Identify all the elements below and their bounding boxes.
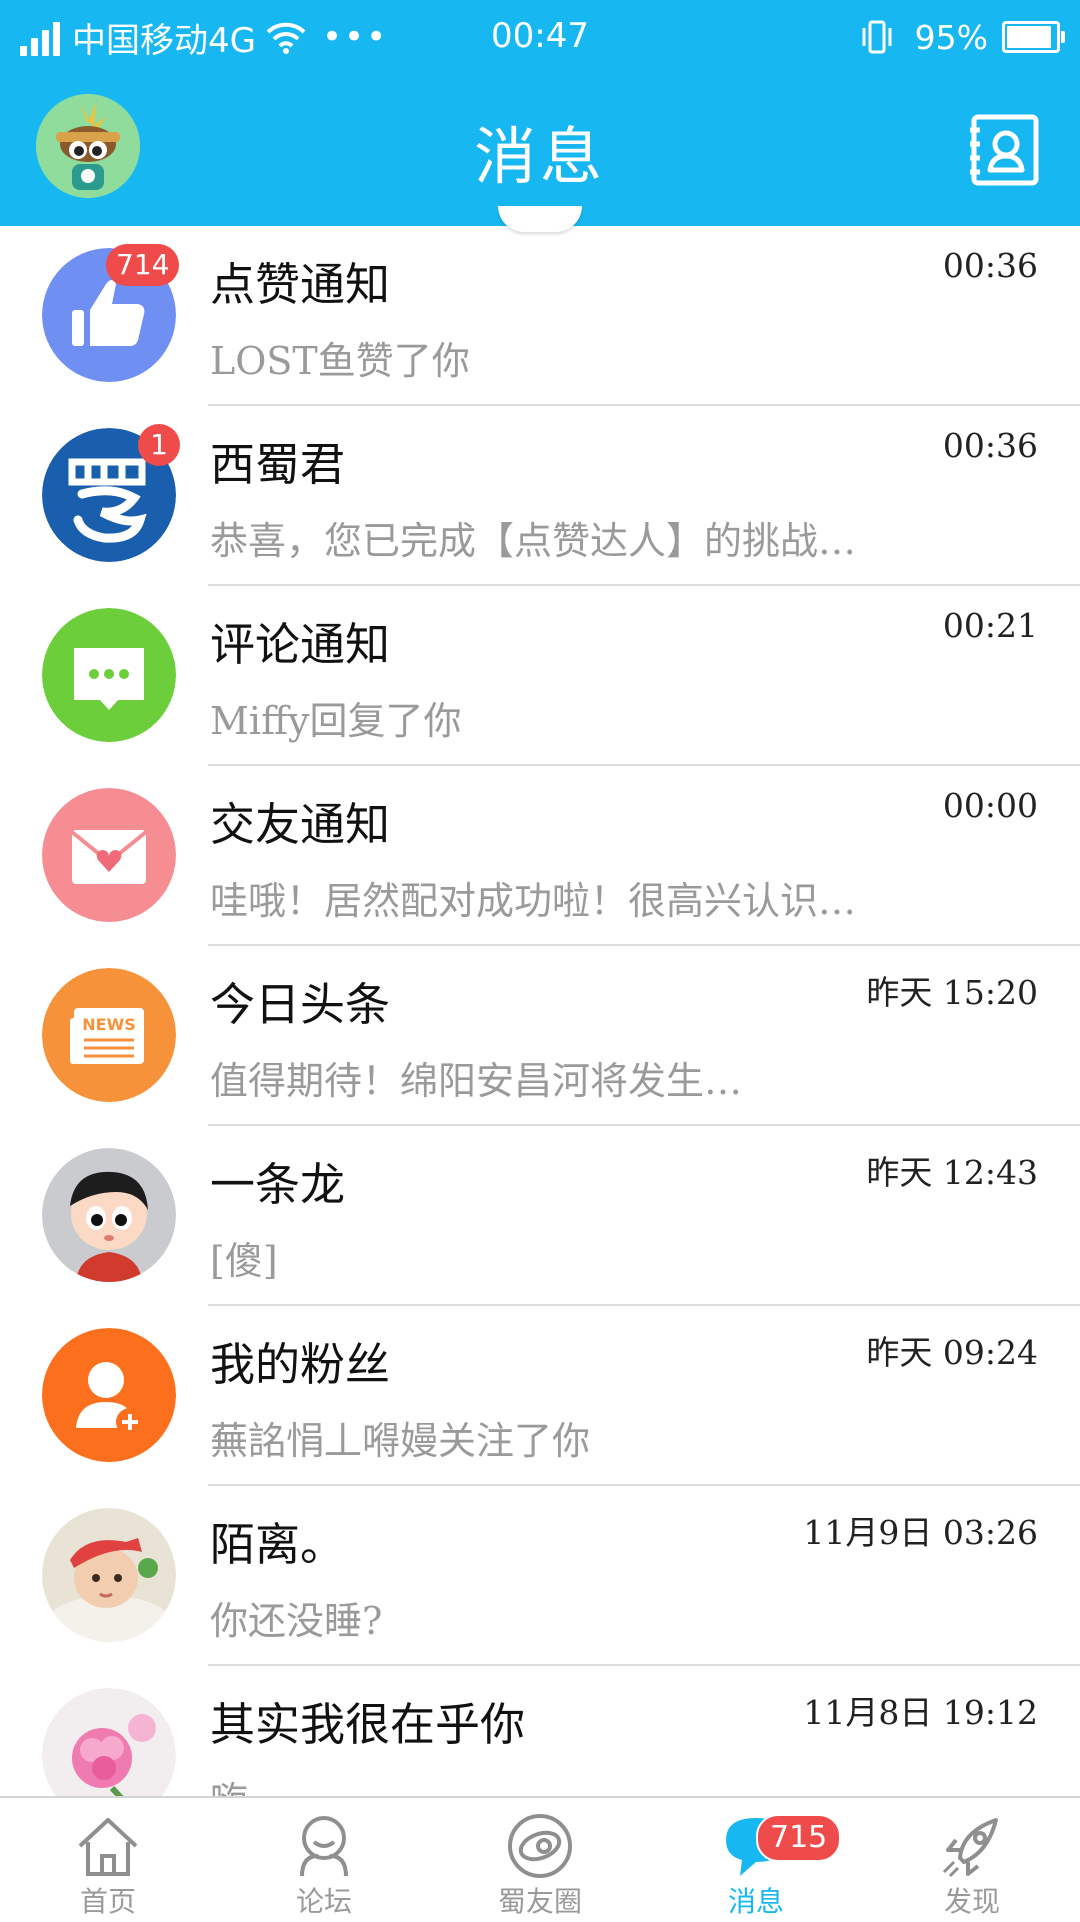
message-item-my-fans[interactable]: 我的粉丝 蕪詺悁丄嘚嫚关注了你 昨天 09:24 bbox=[0, 1306, 1080, 1486]
battery-percent: 95% bbox=[914, 17, 988, 57]
rocket-icon bbox=[942, 1818, 998, 1878]
tab-home[interactable]: 首页 bbox=[0, 1798, 216, 1922]
heart-envelope-icon bbox=[42, 788, 176, 922]
message-item-moli[interactable]: 陌离。 你还没睡? 11月9日 03:26 bbox=[0, 1486, 1080, 1666]
flower-photo-avatar bbox=[42, 1688, 176, 1796]
message-sender: 评论通知 bbox=[210, 618, 391, 671]
unread-badge: 714 bbox=[106, 244, 180, 286]
message-preview: 值得期待！绵阳安昌河将发生… bbox=[210, 1059, 743, 1103]
message-preview: 恭喜，您已完成【点赞达人】的挑战… bbox=[210, 519, 857, 563]
contacts-icon[interactable] bbox=[968, 114, 1040, 186]
add-user-icon bbox=[42, 1328, 176, 1462]
message-time: 昨天 12:43 bbox=[866, 1153, 1038, 1192]
tab-label: 首页 bbox=[79, 1885, 136, 1918]
tab-label: 发现 bbox=[943, 1885, 1000, 1918]
header: 消息 bbox=[0, 78, 1080, 226]
message-preview: 嗨 bbox=[210, 1770, 248, 1796]
message-item-like-notice[interactable]: 714 点赞通知 LOST鱼赞了你 00:36 bbox=[0, 226, 1080, 406]
message-time: 11月9日 03:26 bbox=[803, 1513, 1038, 1552]
tab-unread-badge: 715 bbox=[756, 1814, 842, 1862]
tab-forum[interactable]: 论坛 bbox=[216, 1798, 432, 1922]
message-item-yitiaolong[interactable]: 一条龙 [傻] 昨天 12:43 bbox=[0, 1126, 1080, 1306]
message-item-friend-notice[interactable]: 交友通知 哇哦！居然配对成功啦！很高兴认识… 00:00 bbox=[0, 766, 1080, 946]
message-sender: 陌离。 bbox=[210, 1518, 346, 1571]
message-sender: 交友通知 bbox=[210, 798, 391, 851]
cartoon-boy-avatar bbox=[42, 1148, 176, 1282]
message-time: 昨天 09:24 bbox=[866, 1333, 1038, 1372]
message-time: 00:00 bbox=[942, 786, 1038, 825]
message-item-qishi[interactable]: 其实我很在乎你 嗨 11月8日 19:12 bbox=[0, 1666, 1080, 1796]
bottom-tab-bar: 首页 论坛 蜀友圈 715 消息 发现 bbox=[0, 1796, 1080, 1922]
message-sender: 我的粉丝 bbox=[210, 1338, 391, 1391]
comment-bubble-icon bbox=[42, 608, 176, 742]
message-time: 00:36 bbox=[942, 426, 1038, 465]
page-title: 消息 bbox=[473, 120, 606, 193]
message-item-toutiao[interactable]: NEWS 今日头条 值得期待！绵阳安昌河将发生… 昨天 15:20 bbox=[0, 946, 1080, 1126]
message-preview: Miffy回复了你 bbox=[210, 699, 462, 743]
circle-icon bbox=[508, 1814, 572, 1878]
message-list: 714 点赞通知 LOST鱼赞了你 00:36 1 西蜀君 恭喜，您已完成【点赞… bbox=[0, 226, 1080, 1796]
message-preview: LOST鱼赞了你 bbox=[210, 339, 470, 383]
forum-icon bbox=[300, 1816, 348, 1877]
message-sender: 一条龙 bbox=[210, 1158, 346, 1211]
message-preview: 哇哦！居然配对成功啦！很高兴认识… bbox=[210, 879, 857, 923]
app-header-bar: 中国移动4G ••• 00:47 95% 消息 bbox=[0, 0, 1080, 226]
message-time: 00:21 bbox=[942, 606, 1038, 645]
message-time: 00:36 bbox=[942, 246, 1038, 285]
tab-discover[interactable]: 发现 bbox=[864, 1798, 1080, 1922]
status-right: 95% bbox=[859, 12, 1065, 62]
message-sender: 其实我很在乎你 bbox=[210, 1698, 526, 1751]
tab-label: 蜀友圈 bbox=[497, 1885, 582, 1918]
message-sender: 点赞通知 bbox=[210, 258, 391, 311]
tab-shu-circle[interactable]: 蜀友圈 bbox=[432, 1798, 648, 1922]
vibrate-icon bbox=[862, 20, 892, 54]
tab-label: 消息 bbox=[727, 1885, 784, 1918]
message-sender: 今日头条 bbox=[210, 978, 391, 1031]
news-icon: NEWS bbox=[42, 968, 176, 1102]
message-preview: [傻] bbox=[210, 1239, 278, 1283]
status-bar: 中国移动4G ••• 00:47 95% bbox=[0, 0, 1080, 78]
message-preview: 蕪詺悁丄嘚嫚关注了你 bbox=[210, 1419, 591, 1463]
message-time: 昨天 15:20 bbox=[866, 973, 1038, 1012]
baby-photo-avatar bbox=[42, 1508, 176, 1642]
message-item-xishujun[interactable]: 1 西蜀君 恭喜，您已完成【点赞达人】的挑战… 00:36 bbox=[0, 406, 1080, 586]
unread-badge: 1 bbox=[138, 424, 180, 466]
tab-label: 论坛 bbox=[295, 1885, 352, 1918]
message-sender: 西蜀君 bbox=[210, 438, 346, 491]
message-preview: 你还没睡? bbox=[210, 1599, 383, 1643]
message-item-comment-notice[interactable]: 评论通知 Miffy回复了你 00:21 bbox=[0, 586, 1080, 766]
svg-text:NEWS: NEWS bbox=[82, 1015, 136, 1034]
tab-messages[interactable]: 715 消息 bbox=[648, 1798, 864, 1922]
message-time: 11月8日 19:12 bbox=[803, 1693, 1038, 1732]
battery-icon bbox=[1002, 21, 1065, 53]
home-icon bbox=[78, 1818, 138, 1876]
